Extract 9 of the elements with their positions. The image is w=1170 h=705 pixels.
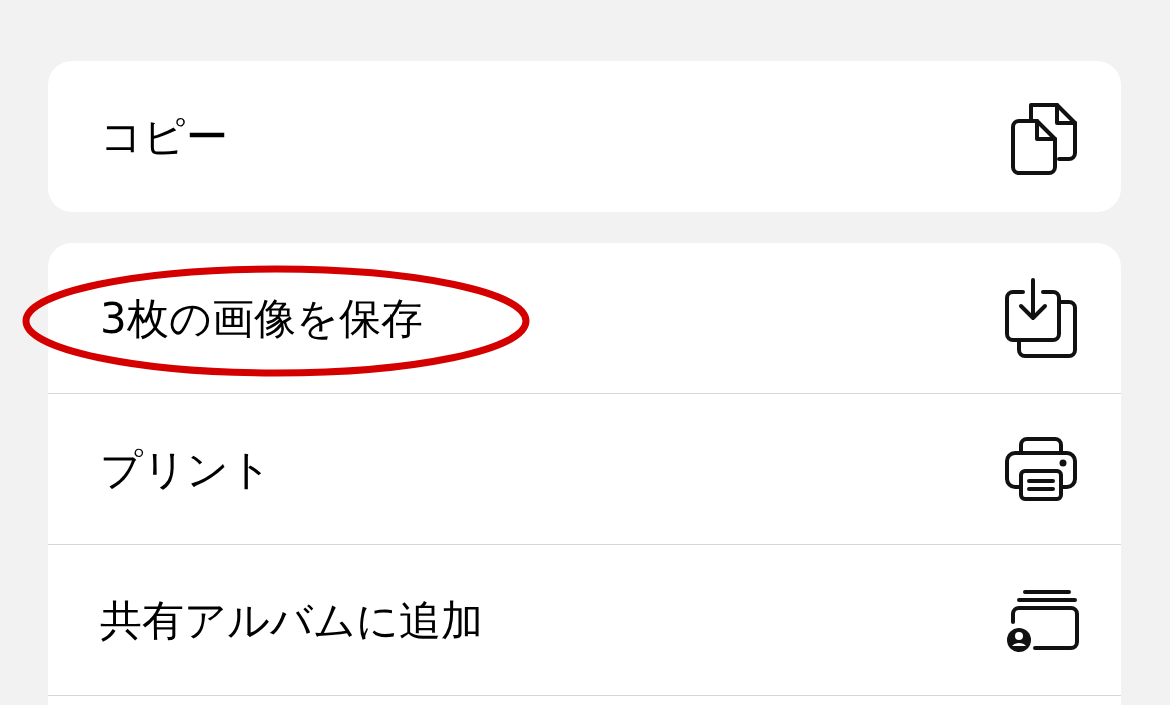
menu-item-label: 3枚の画像を保存 [100, 297, 423, 340]
menu-item[interactable]: 共有アルバムに追加 [48, 545, 1121, 696]
menu-item-label: コピー [100, 115, 228, 158]
menu-item[interactable]: コピー [48, 61, 1121, 212]
printer-icon [1003, 436, 1079, 503]
menu-item[interactable]: プリント [48, 394, 1121, 545]
menu-item[interactable]: 3枚の画像を保存 [48, 243, 1121, 394]
menu-item-label: プリント [100, 448, 272, 491]
menu-item-label: 共有アルバムに追加 [100, 599, 483, 642]
